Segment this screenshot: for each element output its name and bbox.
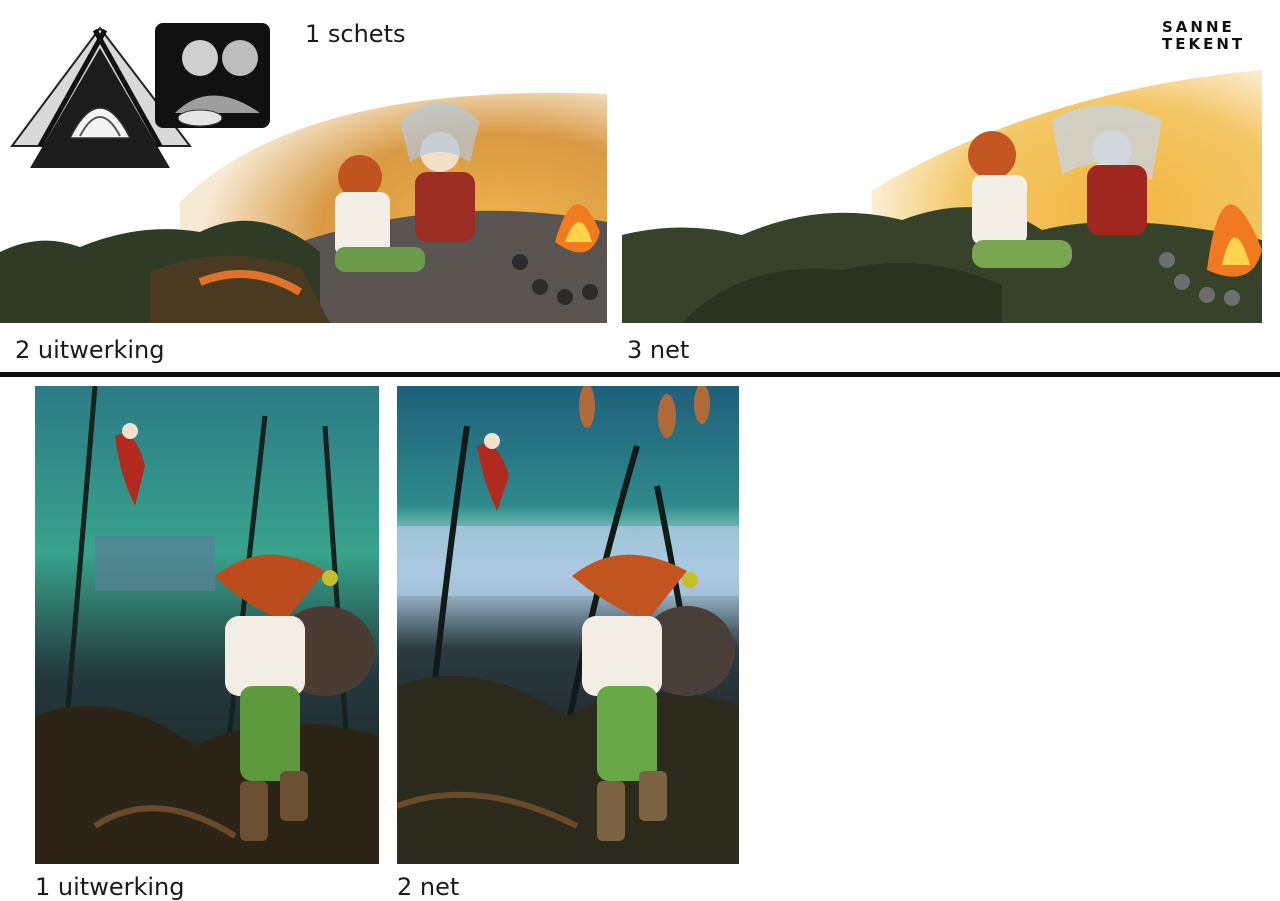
- illustration-campfire-final: [622, 70, 1262, 323]
- illustration-forest-rough: [35, 386, 379, 864]
- brand-logo: SANNE TEKENT: [1162, 19, 1245, 53]
- illustration-campfire-rough: [0, 82, 607, 323]
- caption-top-step3: 3 net: [627, 336, 690, 364]
- caption-top-step2: 2 uitwerking: [15, 336, 165, 364]
- brand-line1: SANNE: [1162, 18, 1235, 36]
- caption-sketch: 1 schets: [305, 20, 406, 48]
- caption-bottom-step1: 1 uitwerking: [35, 873, 185, 901]
- section-divider: [0, 372, 1280, 377]
- brand-line2: TEKENT: [1162, 35, 1246, 53]
- illustration-forest-final: [397, 386, 739, 864]
- caption-bottom-step2: 2 net: [397, 873, 460, 901]
